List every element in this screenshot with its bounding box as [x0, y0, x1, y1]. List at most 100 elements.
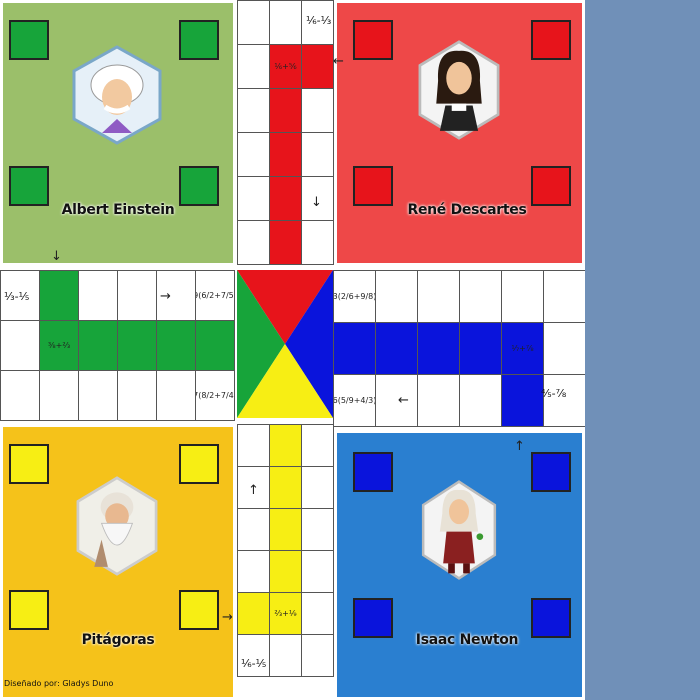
track-cell-right[interactable] [375, 374, 418, 427]
track-cell-bottom[interactable] [237, 634, 270, 677]
track-cell-right[interactable] [375, 322, 418, 375]
track-cell-top[interactable] [237, 176, 270, 221]
track-cell-left[interactable] [0, 370, 40, 421]
yellow-home-4[interactable] [179, 590, 219, 630]
einstein-portrait [72, 45, 162, 145]
track-cell-bottom[interactable] [237, 592, 270, 635]
track-cell-right[interactable]: 3(2/6+9/8) [333, 270, 376, 323]
yellow-home-2[interactable] [179, 444, 219, 484]
arrow-left-icon: ← [333, 54, 344, 69]
blue-home-1[interactable] [353, 452, 393, 492]
pitagoras-portrait [76, 476, 158, 576]
track-cell-left[interactable] [156, 320, 196, 371]
track-cell-left[interactable] [117, 370, 157, 421]
track-cell-bottom[interactable] [269, 424, 302, 467]
track-cell-bottom[interactable] [237, 508, 270, 551]
track-cell-bottom[interactable] [269, 634, 302, 677]
track-cell-right[interactable] [543, 374, 585, 427]
track-cell-top[interactable] [237, 44, 270, 89]
track-cell-left[interactable] [117, 320, 157, 371]
track-cell-bottom[interactable] [301, 466, 334, 509]
arrow-right-icon: → [160, 289, 171, 304]
yellow-home-3[interactable] [9, 590, 49, 630]
track-cell-bottom[interactable] [301, 550, 334, 593]
track-cell-bottom[interactable] [301, 592, 334, 635]
track-cell-right[interactable] [501, 270, 544, 323]
einstein-name: Albert Einstein [61, 202, 175, 218]
track-cell-top[interactable] [237, 0, 270, 45]
track-cell-bottom[interactable] [301, 424, 334, 467]
track-cell-left[interactable] [156, 370, 196, 421]
blue-home-2[interactable] [531, 452, 571, 492]
corner-label-top: ⅙-⅓ [306, 14, 332, 27]
descartes-name: René Descartes [407, 202, 527, 218]
track-cell-top[interactable] [269, 0, 302, 45]
track-cell-top[interactable] [301, 44, 334, 89]
green-home-4[interactable] [179, 166, 219, 206]
red-home-4[interactable] [531, 166, 571, 206]
ludo-board: Albert Einstein René Descartes Pitágoras… [0, 0, 585, 700]
track-cell-top[interactable] [237, 88, 270, 133]
yellow-home-1[interactable] [9, 444, 49, 484]
track-cell-top[interactable] [269, 88, 302, 133]
track-cell-left[interactable] [117, 270, 157, 321]
green-home-1[interactable] [9, 20, 49, 60]
track-cell-right[interactable] [543, 270, 585, 323]
track-cell-top[interactable] [301, 220, 334, 265]
track-cell-left[interactable] [78, 320, 118, 371]
track-cell-left[interactable] [195, 320, 235, 371]
arrow-right-icon: → [222, 610, 233, 625]
red-home-3[interactable] [353, 166, 393, 206]
pitagoras-name: Pitágoras [81, 632, 155, 648]
track-cell-right[interactable] [459, 322, 502, 375]
track-cell-top[interactable] [237, 132, 270, 177]
track-cell-top[interactable] [269, 220, 302, 265]
arrow-up-icon: ↑ [248, 483, 259, 498]
track-cell-left[interactable] [0, 320, 40, 371]
track-cell-right[interactable] [417, 322, 460, 375]
track-cell-bottom[interactable] [301, 634, 334, 677]
corner-label-bottom: ⅙-⅕ [241, 657, 267, 670]
track-cell-right[interactable] [543, 322, 585, 375]
track-cell-right[interactable] [459, 374, 502, 427]
track-cell-left[interactable]: 7(8/2+7/4) [195, 370, 235, 421]
track-cell-left[interactable] [39, 270, 79, 321]
track-cell-right[interactable]: ⅐+⅞ [501, 322, 544, 375]
track-cell-top[interactable]: ⅙+⅚ [269, 44, 302, 89]
track-cell-top[interactable] [237, 220, 270, 265]
track-cell-right[interactable] [375, 270, 418, 323]
track-cell-right[interactable] [333, 322, 376, 375]
track-cell-top[interactable] [269, 132, 302, 177]
track-cell-right[interactable]: 6(5/9+4/3) [333, 374, 376, 427]
descartes-portrait [418, 40, 500, 140]
red-home-1[interactable] [353, 20, 393, 60]
track-cell-bottom[interactable] [269, 550, 302, 593]
track-cell-bottom[interactable] [237, 550, 270, 593]
track-cell-top[interactable] [269, 176, 302, 221]
track-cell-bottom[interactable] [237, 424, 270, 467]
arrow-down-icon: ↓ [51, 249, 62, 264]
track-cell-bottom[interactable] [269, 508, 302, 551]
track-cell-right[interactable] [501, 374, 544, 427]
track-cell-top[interactable] [301, 132, 334, 177]
newton-portrait [421, 480, 497, 580]
corner-label-right: ⅘-⅞ [541, 387, 567, 400]
track-cell-left[interactable] [39, 370, 79, 421]
red-home-2[interactable] [531, 20, 571, 60]
track-cell-right[interactable] [417, 374, 460, 427]
track-cell-bottom[interactable]: ⅔+⅑ [269, 592, 302, 635]
track-cell-left[interactable] [78, 370, 118, 421]
track-cell-bottom[interactable] [301, 508, 334, 551]
track-cell-left[interactable] [78, 270, 118, 321]
track-cell-left[interactable]: 9(6/2+7/5) [195, 270, 235, 321]
track-cell-right[interactable] [459, 270, 502, 323]
track-cell-left[interactable]: ⅜+⅔ [39, 320, 79, 371]
track-cell-bottom[interactable] [269, 466, 302, 509]
arrow-up-icon: ↑ [514, 439, 525, 454]
green-home-2[interactable] [179, 20, 219, 60]
track-cell-top[interactable] [301, 88, 334, 133]
green-home-3[interactable] [9, 166, 49, 206]
center-home [237, 270, 333, 418]
corner-label-left: ⅓-⅕ [4, 290, 30, 303]
track-cell-right[interactable] [417, 270, 460, 323]
